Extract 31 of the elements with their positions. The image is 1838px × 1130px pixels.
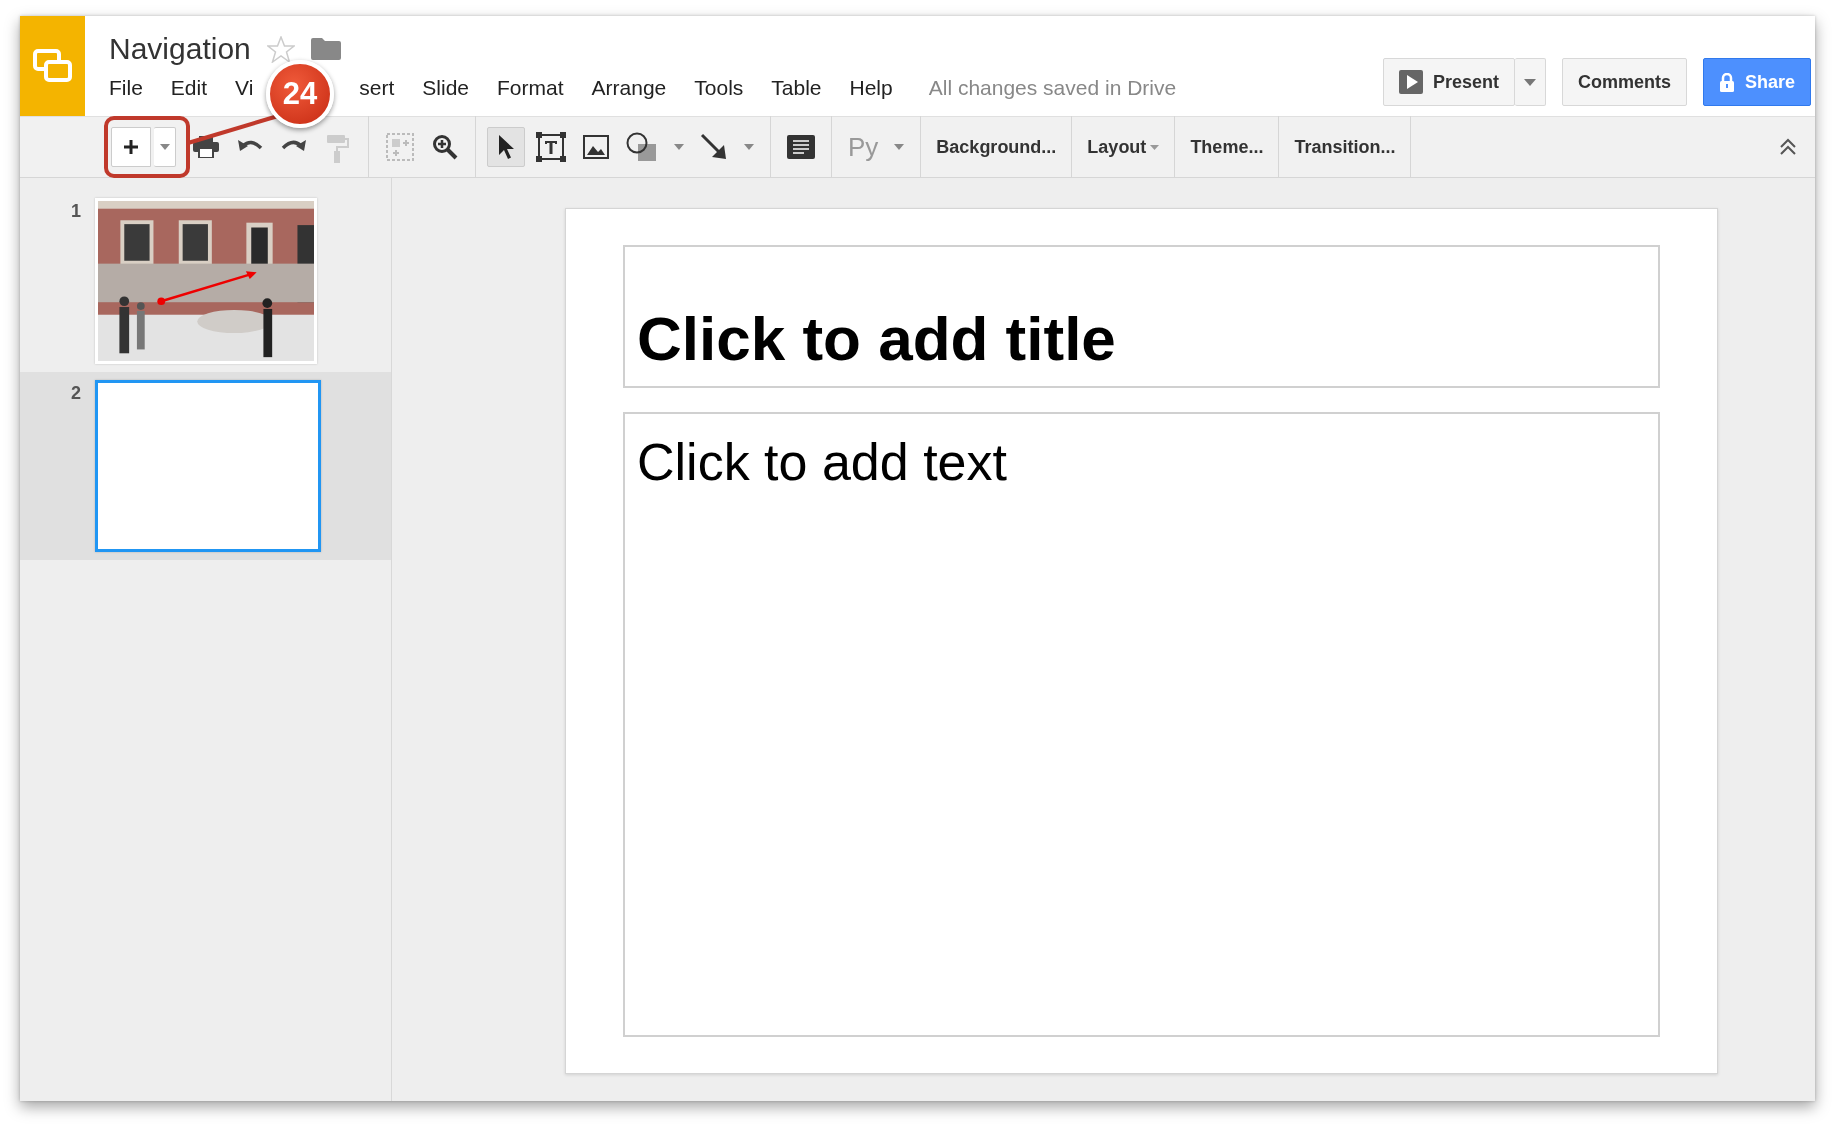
caret-icon — [1523, 78, 1536, 86]
menu-item[interactable]: Tools — [680, 72, 758, 104]
star-icon[interactable] — [266, 35, 295, 63]
comments-button[interactable]: Comments — [1561, 58, 1687, 106]
slide-canvas[interactable]: Click to add title Click to add text — [565, 208, 1718, 1074]
slide-thumbnail[interactable] — [95, 380, 321, 552]
menu-item[interactable]: Help — [835, 72, 907, 104]
slide-number: 2 — [70, 382, 82, 405]
play-icon — [1398, 70, 1423, 94]
document-title[interactable]: Navigation — [109, 34, 251, 65]
plus-icon — [123, 139, 139, 155]
lock-icon — [1718, 72, 1735, 92]
slide-number: 1 — [70, 200, 82, 223]
new-slide-button[interactable] — [111, 127, 151, 167]
body-placeholder[interactable]: Click to add text — [623, 412, 1660, 1037]
menu-item[interactable]: sert — [345, 72, 409, 104]
menu-item[interactable]: Table — [757, 72, 836, 104]
present-menu-button[interactable] — [1514, 58, 1546, 106]
caret-icon — [159, 144, 170, 150]
caret-icon — [1150, 144, 1160, 150]
menu-item[interactable]: File — [95, 72, 157, 104]
title-placeholder[interactable]: Click to add title — [623, 245, 1660, 388]
menu-item[interactable]: Edit — [156, 72, 222, 104]
menu-item[interactable]: Vi — [221, 72, 268, 104]
select-tool-icon[interactable] — [487, 127, 525, 167]
folder-icon[interactable] — [310, 38, 341, 61]
menu-item[interactable]: Format — [483, 72, 578, 104]
menu-item[interactable]: Slide — [408, 72, 484, 104]
menu-item[interactable]: Arrange — [577, 72, 681, 104]
present-button[interactable]: Present — [1382, 58, 1515, 106]
save-status: All changes saved in Drive — [928, 75, 1177, 102]
